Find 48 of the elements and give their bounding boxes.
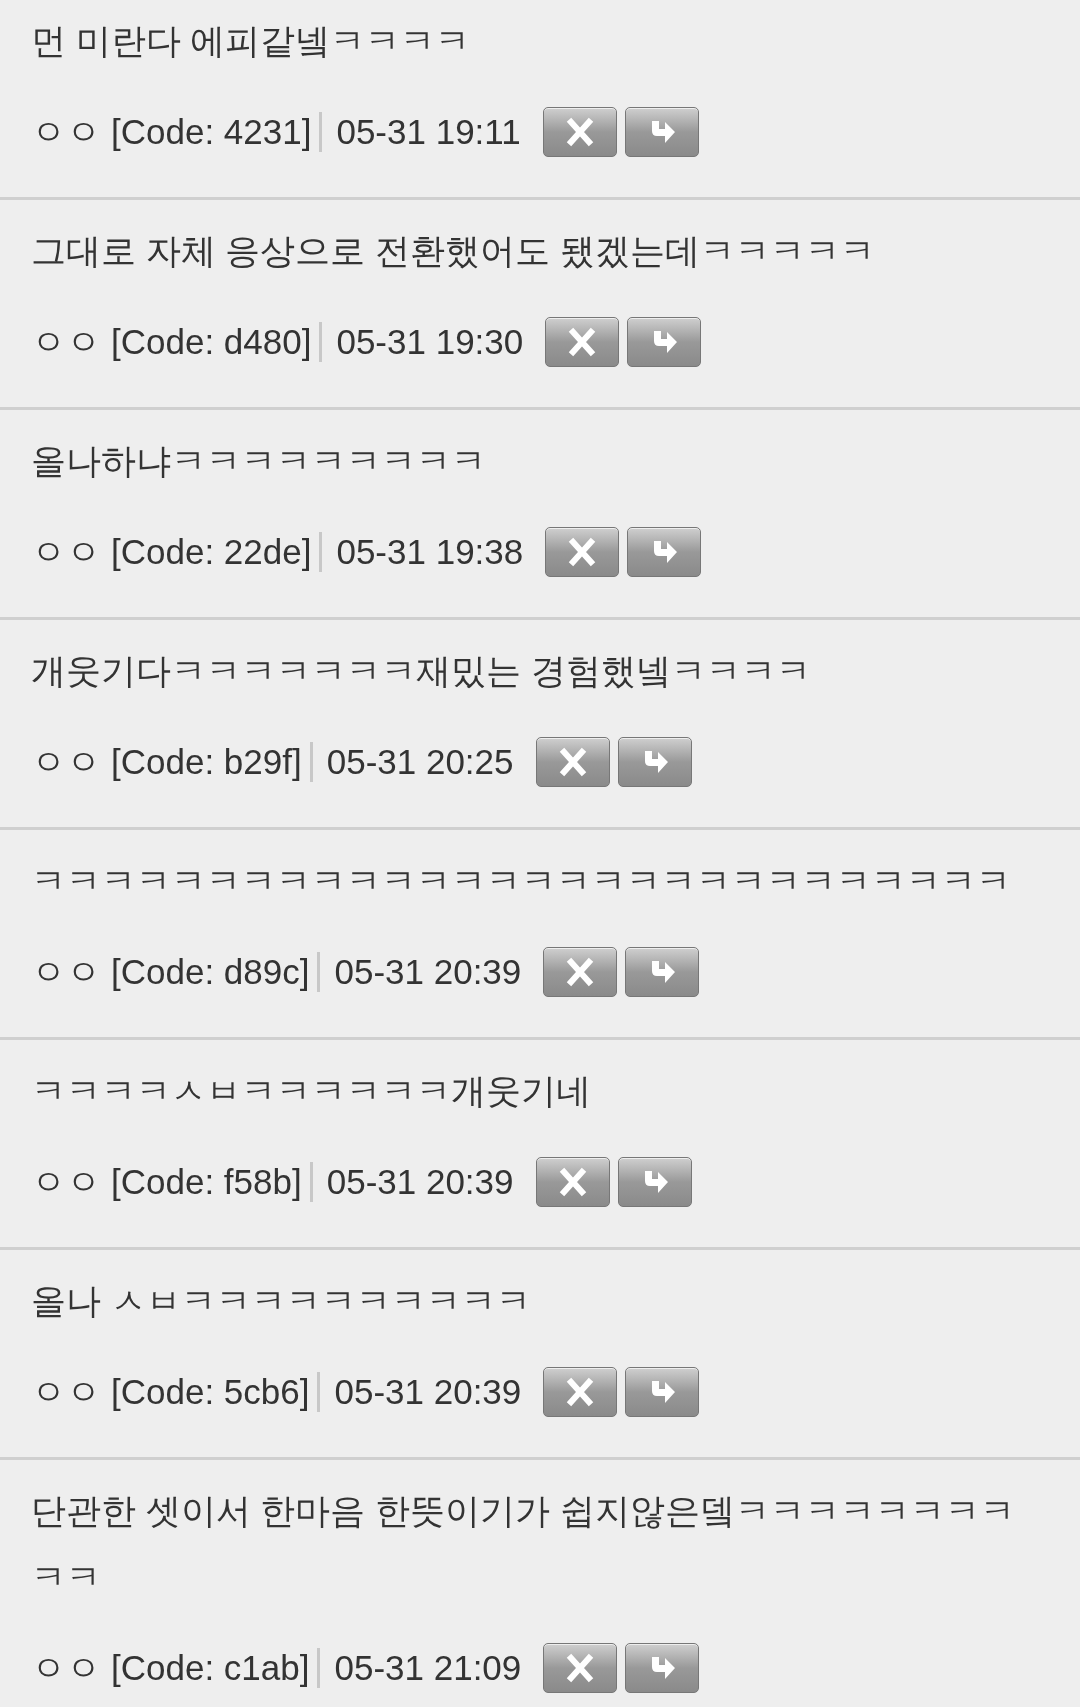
reply-button[interactable] xyxy=(617,1157,692,1207)
user-code: [Code: d480] xyxy=(111,322,312,362)
author-name: ㅇㅇ xyxy=(31,1160,101,1203)
comment-text: 그대로 자체 응상으로 전환했어도 됐겠는데ㅋㅋㅋㅋㅋ xyxy=(31,230,876,272)
author-name: ㅇㅇ xyxy=(31,950,101,993)
author-name: ㅇㅇ xyxy=(31,320,101,363)
delete-button[interactable] xyxy=(535,737,610,787)
comment-date: 05-31 21:09 xyxy=(334,1648,522,1688)
delete-button[interactable] xyxy=(545,317,620,367)
user-code: [Code: 22de] xyxy=(111,532,312,572)
reply-button[interactable] xyxy=(627,317,702,367)
comment-date: 05-31 20:25 xyxy=(326,742,514,782)
user-code: [Code: f58b] xyxy=(111,1162,302,1202)
author-name: ㅇㅇ xyxy=(31,110,101,153)
user-code: [Code: b29f] xyxy=(111,742,302,782)
reply-button[interactable] xyxy=(624,107,699,157)
reply-button[interactable] xyxy=(625,1367,700,1417)
reply-button[interactable] xyxy=(617,737,692,787)
comment-text: 올나 ㅅㅂㅋㅋㅋㅋㅋㅋㅋㅋㅋㅋ xyxy=(31,1280,532,1322)
user-code: [Code: 4231] xyxy=(111,112,312,152)
comment-date: 05-31 19:38 xyxy=(336,532,524,572)
delete-button[interactable] xyxy=(535,1157,610,1207)
author-name: ㅇㅇ xyxy=(31,530,101,573)
comment-date: 05-31 19:11 xyxy=(336,112,521,152)
reply-button[interactable] xyxy=(627,527,702,577)
comment-text: 개웃기다ㅋㅋㅋㅋㅋㅋㅋ재밌는 경험했넼ㅋㅋㅋㅋ xyxy=(31,650,812,692)
comment-date: 05-31 20:39 xyxy=(326,1162,514,1202)
comment-text: 올나하냐ㅋㅋㅋㅋㅋㅋㅋㅋㅋ xyxy=(31,440,487,482)
comment-date: 05-31 20:39 xyxy=(334,1372,522,1412)
comment-text: ㅋㅋㅋㅋㅅㅂㅋㅋㅋㅋㅋㅋ개웃기네 xyxy=(31,1070,592,1112)
user-code: [Code: 5cb6] xyxy=(111,1372,310,1412)
reply-button[interactable] xyxy=(625,1643,700,1693)
comment-text: 먼 미란다 에피같넼ㅋㅋㅋㅋ xyxy=(31,20,472,62)
author-name: ㅇㅇ xyxy=(31,1646,101,1689)
delete-button[interactable] xyxy=(543,1367,618,1417)
author-name: ㅇㅇ xyxy=(31,740,101,783)
comment-text: 단관한 셋이서 한마음 한뜻이기가 쉽지않은뎈ㅋㅋㅋㅋㅋㅋㅋㅋㅋㅋ xyxy=(31,1490,1016,1598)
reply-button[interactable] xyxy=(625,947,700,997)
delete-button[interactable] xyxy=(543,947,618,997)
delete-button[interactable] xyxy=(543,1643,618,1693)
delete-button[interactable] xyxy=(545,527,620,577)
author-name: ㅇㅇ xyxy=(31,1370,101,1413)
user-code: [Code: d89c] xyxy=(111,952,310,992)
user-code: [Code: c1ab] xyxy=(111,1648,310,1688)
comment-date: 05-31 19:30 xyxy=(336,322,524,362)
comment-text: ㅋㅋㅋㅋㅋㅋㅋㅋㅋㅋㅋㅋㅋㅋㅋㅋㅋㅋㅋㅋㅋㅋㅋㅋㅋㅋㅋㅋ xyxy=(31,860,1012,902)
delete-button[interactable] xyxy=(542,107,617,157)
comment-date: 05-31 20:39 xyxy=(334,952,522,992)
